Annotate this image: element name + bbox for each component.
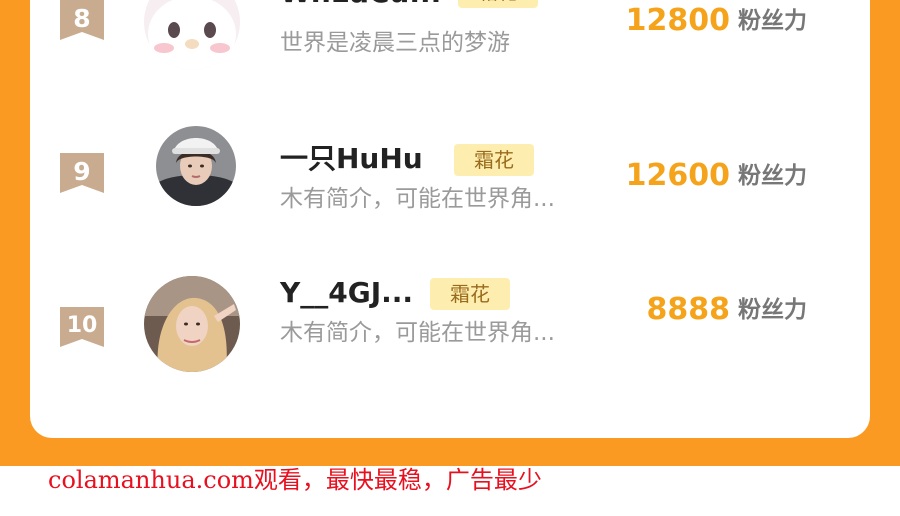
rank-number: 10 <box>66 313 98 338</box>
fan-power-label: 粉丝力 <box>738 163 807 189</box>
user-name[interactable]: 一只HuHu <box>280 142 423 176</box>
user-photo-avatar-icon[interactable] <box>144 276 240 372</box>
site-watermark: colamanhua.com观看，最快最稳，广告最少 <box>48 466 542 494</box>
ranking-row-9[interactable]: 9 一只HuHu 霜花 木有简介，可能在世界角... 12600 粉丝力 <box>30 120 870 240</box>
rank-badge: 9 <box>60 153 104 193</box>
user-name[interactable]: Y__4GJ... <box>280 276 413 310</box>
level-tag: 霜花 <box>458 0 538 8</box>
rank-number: 9 <box>73 157 91 186</box>
user-bio: 木有简介，可能在世界角... <box>280 186 555 212</box>
ranking-screen: 8 WhEaCu... 霜花 世界是凌晨三点的梦游 12800 <box>0 0 900 516</box>
hello-kitty-avatar-icon[interactable] <box>144 0 240 70</box>
fan-power-label: 粉丝力 <box>738 8 807 34</box>
user-name[interactable]: WhEaCu... <box>280 0 441 10</box>
level-tag: 霜花 <box>454 144 534 176</box>
fan-power-score: 12600 <box>625 158 730 193</box>
fan-power-score: 8888 <box>646 292 731 327</box>
user-bio: 世界是凌晨三点的梦游 <box>280 30 510 56</box>
user-photo-avatar-icon[interactable] <box>156 126 236 206</box>
user-bio: 木有简介，可能在世界角... <box>280 320 555 346</box>
fan-power-label: 粉丝力 <box>738 297 807 323</box>
ranking-row-8[interactable]: 8 WhEaCu... 霜花 世界是凌晨三点的梦游 12800 <box>30 0 870 100</box>
fan-power-score: 12800 <box>625 3 730 38</box>
rank-badge: 10 <box>60 307 104 347</box>
rank-number: 8 <box>73 4 91 33</box>
level-tag: 霜花 <box>430 278 510 310</box>
ranking-row-10[interactable]: 10 Y__4GJ... 霜花 木有简介，可能在世界角... 8888 粉丝力 <box>30 276 870 396</box>
ranking-list-card: 8 WhEaCu... 霜花 世界是凌晨三点的梦游 12800 <box>30 0 870 438</box>
rank-badge: 8 <box>60 0 104 40</box>
